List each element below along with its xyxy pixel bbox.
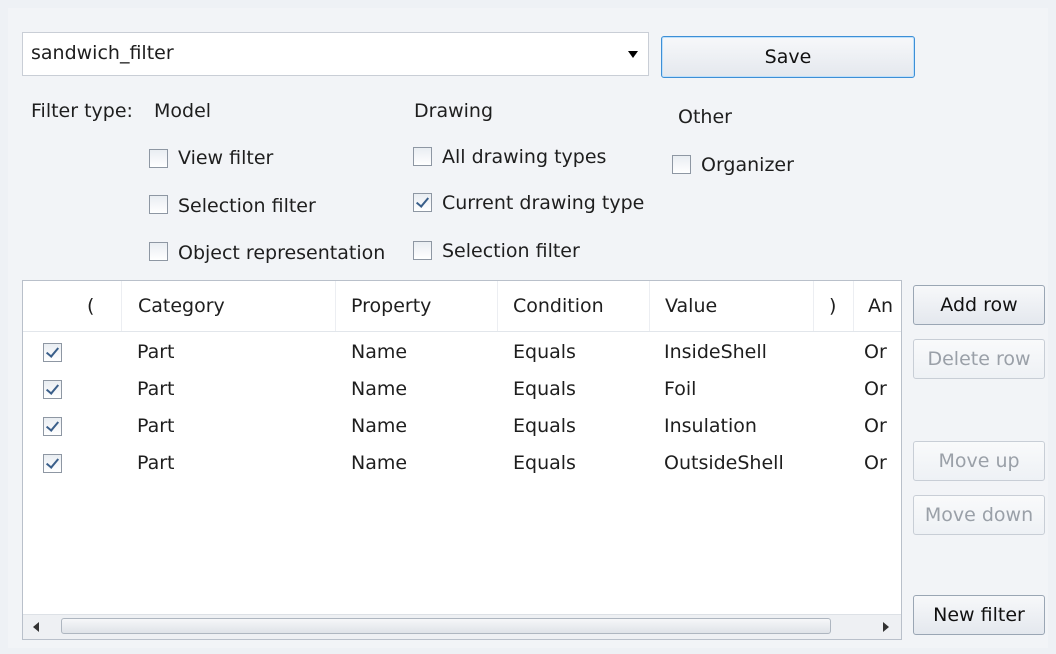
row-condition[interactable]: Equals	[513, 452, 576, 474]
column-header-condition[interactable]: Condition	[513, 295, 604, 317]
row-category[interactable]: Part	[137, 452, 175, 474]
row-category[interactable]: Part	[137, 415, 175, 437]
table-row[interactable]: Part Name Equals OutsideShell Or	[23, 446, 901, 483]
new-filter-button[interactable]: New filter	[913, 595, 1045, 635]
row-and-or[interactable]: Or	[864, 452, 887, 474]
organizer-label: Organizer	[701, 154, 794, 176]
model-selection-filter-label: Selection filter	[178, 195, 316, 217]
column-separator	[497, 281, 498, 331]
view-filter-checkbox[interactable]	[149, 149, 168, 168]
row-property[interactable]: Name	[351, 341, 407, 363]
current-drawing-type-checkbox[interactable]	[413, 193, 432, 212]
column-separator	[813, 281, 814, 331]
horizontal-scrollbar[interactable]	[23, 614, 901, 639]
column-header-open-paren[interactable]: (	[87, 295, 94, 317]
row-category[interactable]: Part	[137, 341, 175, 363]
table-row[interactable]: Part Name Equals Insulation Or	[23, 409, 901, 446]
all-drawing-types-label: All drawing types	[442, 146, 607, 168]
move-up-button[interactable]: Move up	[913, 441, 1045, 481]
organizer-checkbox[interactable]	[672, 155, 691, 174]
object-representation-label: Object representation	[178, 242, 386, 264]
filter-criteria-grid[interactable]: ( Category Property Condition Value ) An…	[22, 280, 902, 640]
grid-header: ( Category Property Condition Value ) An	[23, 281, 901, 332]
view-filter-label: View filter	[178, 147, 274, 169]
column-separator	[649, 281, 650, 331]
drawing-heading: Drawing	[414, 100, 494, 122]
row-condition[interactable]: Equals	[513, 341, 576, 363]
column-header-value[interactable]: Value	[665, 295, 717, 317]
current-drawing-type-label: Current drawing type	[442, 192, 645, 214]
column-separator	[853, 281, 854, 331]
scroll-right-arrow-icon[interactable]	[883, 622, 889, 632]
move-down-button[interactable]: Move down	[913, 495, 1045, 535]
row-enabled-checkbox[interactable]	[43, 417, 62, 436]
row-property[interactable]: Name	[351, 452, 407, 474]
scroll-left-arrow-icon[interactable]	[33, 622, 39, 632]
column-separator	[121, 281, 122, 331]
table-row[interactable]: Part Name Equals InsideShell Or	[23, 335, 901, 372]
row-category[interactable]: Part	[137, 378, 175, 400]
drawing-selection-filter-label: Selection filter	[442, 240, 580, 262]
drawing-selection-filter-checkbox[interactable]	[413, 241, 432, 260]
row-and-or[interactable]: Or	[864, 378, 887, 400]
row-condition[interactable]: Equals	[513, 378, 576, 400]
row-enabled-checkbox[interactable]	[43, 454, 62, 473]
dropdown-arrow-icon[interactable]	[628, 51, 638, 58]
object-representation-checkbox[interactable]	[149, 242, 168, 261]
row-enabled-checkbox[interactable]	[43, 380, 62, 399]
row-value[interactable]: Foil	[664, 378, 696, 400]
row-value[interactable]: Insulation	[664, 415, 757, 437]
row-property[interactable]: Name	[351, 415, 407, 437]
row-condition[interactable]: Equals	[513, 415, 576, 437]
filter-type-label: Filter type:	[31, 100, 133, 122]
delete-row-button[interactable]: Delete row	[913, 339, 1045, 379]
add-row-button[interactable]: Add row	[913, 285, 1045, 325]
column-separator	[335, 281, 336, 331]
filter-name-value: sandwich_filter	[31, 42, 174, 64]
model-heading: Model	[154, 100, 212, 122]
column-header-close-paren[interactable]: )	[829, 295, 836, 317]
row-and-or[interactable]: Or	[864, 415, 887, 437]
row-value[interactable]: OutsideShell	[664, 452, 784, 474]
column-header-property[interactable]: Property	[351, 295, 431, 317]
row-enabled-checkbox[interactable]	[43, 343, 62, 362]
other-heading: Other	[678, 106, 732, 128]
all-drawing-types-checkbox[interactable]	[413, 147, 432, 166]
row-and-or[interactable]: Or	[864, 341, 887, 363]
row-property[interactable]: Name	[351, 378, 407, 400]
column-header-and-or[interactable]: An	[868, 295, 893, 317]
filter-name-combobox[interactable]: sandwich_filter	[22, 32, 649, 76]
model-selection-filter-checkbox[interactable]	[149, 195, 168, 214]
row-value[interactable]: InsideShell	[664, 341, 767, 363]
table-row[interactable]: Part Name Equals Foil Or	[23, 372, 901, 409]
save-button[interactable]: Save	[661, 36, 915, 78]
scrollbar-thumb[interactable]	[61, 618, 831, 634]
column-header-category[interactable]: Category	[138, 295, 225, 317]
